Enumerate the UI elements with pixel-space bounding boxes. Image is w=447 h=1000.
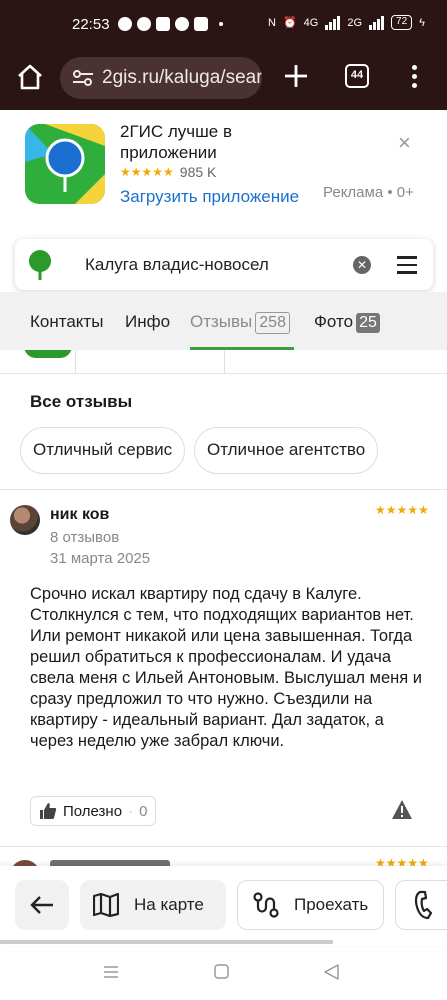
arrow-left-icon <box>30 896 53 914</box>
system-nav-bar <box>0 948 447 1000</box>
divider <box>0 489 447 490</box>
search-input[interactable]: Калуга владис-новосел <box>85 255 269 275</box>
tab-info[interactable]: Инфо <box>125 312 170 332</box>
call-button[interactable] <box>395 880 447 930</box>
clear-search-icon[interactable]: ✕ <box>353 256 371 274</box>
signal-icon <box>325 15 341 30</box>
filter-chip[interactable]: Отличный сервис <box>20 427 186 474</box>
show-on-map-button[interactable]: На карте <box>80 880 226 930</box>
tabs-bar: Контакты Инфо Отзывы 258 Фото 25 <box>0 292 447 350</box>
close-icon[interactable]: × <box>398 130 411 156</box>
review-text: Срочно искал квартиру под сдачу в Калуге… <box>30 585 422 750</box>
route-icon <box>253 892 279 918</box>
site-settings-icon[interactable] <box>72 69 94 87</box>
filter-chip[interactable]: Отличное агентство <box>194 427 379 474</box>
media-icon <box>175 17 189 31</box>
notification-icons <box>118 17 223 31</box>
tab-reviews[interactable]: Отзывы 258 <box>190 312 290 334</box>
avatar[interactable] <box>10 505 40 535</box>
map-icon <box>93 893 119 917</box>
recent-apps-icon[interactable] <box>103 964 119 980</box>
bottom-action-bar: На карте Проехать <box>0 866 447 946</box>
download-app-link[interactable]: Загрузить приложение <box>120 187 299 207</box>
url-text: 2gis.ru/kaluga/search <box>102 67 262 88</box>
ad-rating-count: 985 K <box>179 164 217 180</box>
home-nav-icon[interactable] <box>214 964 229 979</box>
phone-icon <box>414 890 433 920</box>
signal-icon-2 <box>369 15 385 30</box>
ad-title: 2ГИС лучше в приложении <box>120 122 233 162</box>
new-tab-icon[interactable] <box>283 63 309 89</box>
tab-photos[interactable]: Фото 25 <box>314 312 380 333</box>
status-time: 22:53 <box>72 16 110 33</box>
nfc-icon: N <box>268 16 276 29</box>
back-button[interactable] <box>15 880 69 930</box>
thumbs-up-icon <box>40 803 57 819</box>
battery-indicator: 72 <box>391 15 413 30</box>
map-button-label: На карте <box>134 895 204 914</box>
route-button[interactable]: Проехать <box>237 880 384 930</box>
horizontal-scroll-indicator <box>0 940 333 944</box>
browser-menu-icon[interactable] <box>412 65 418 89</box>
charging-icon: ϟ <box>419 16 425 29</box>
useful-separator: · <box>128 802 134 820</box>
system-status: N ⏰ 4G 2G 72 ϟ <box>268 15 425 30</box>
home-icon[interactable] <box>15 62 45 92</box>
route-button-label: Проехать <box>294 895 369 914</box>
alarm-icon: ⏰ <box>282 17 297 29</box>
chat-icon <box>137 17 151 31</box>
url-bar[interactable]: 2gis.ru/kaluga/search <box>60 57 262 99</box>
back-nav-icon[interactable] <box>324 964 339 980</box>
review-date: 31 марта 2025 <box>50 550 151 567</box>
useful-count: 0 <box>139 802 148 820</box>
photos-count-badge: 25 <box>356 313 380 333</box>
divider <box>0 846 447 847</box>
2gis-app-logo <box>25 124 105 204</box>
report-warning-icon[interactable] <box>391 799 413 821</box>
app-ad-banner[interactable]: 2ГИС лучше в приложении ★★★★★ 985 K Загр… <box>0 110 447 218</box>
search-bar[interactable]: Калуга владис-новосел ✕ <box>15 239 433 290</box>
status-bar: 22:53 N ⏰ 4G 2G 72 ϟ <box>0 0 447 50</box>
2gis-logo-icon[interactable] <box>27 250 53 280</box>
useful-button[interactable]: Полезно · 0 <box>30 796 157 826</box>
browser-toolbar: 2gis.ru/kaluga/search 44 <box>0 50 447 110</box>
tab-contacts[interactable]: Контакты <box>30 312 103 332</box>
all-reviews-heading: Все отзывы <box>30 392 133 411</box>
signal-label-1: 4G <box>303 16 319 29</box>
reviews-count-badge: 258 <box>255 312 290 334</box>
rating-stars-icon: ★★★★★ <box>120 165 174 179</box>
review-author-count: 8 отзывов <box>50 529 120 546</box>
useful-label: Полезно <box>63 802 123 820</box>
signal-label-2: 2G <box>347 16 363 29</box>
ad-rating: ★★★★★ 985 K <box>120 164 216 180</box>
hamburger-menu-icon[interactable] <box>397 256 417 274</box>
review-rating-stars-icon: ★★★★★ <box>375 503 429 517</box>
tab-switcher-button[interactable]: 44 <box>345 64 369 88</box>
scrolled-content-edge <box>0 350 447 374</box>
app-notification-icon <box>194 17 208 31</box>
messenger-icon <box>156 17 170 31</box>
whatsapp-icon <box>118 17 132 31</box>
review-author[interactable]: ник ков <box>50 506 109 524</box>
ad-label: Реклама • 0+ <box>323 184 414 201</box>
more-notifications-icon <box>219 22 223 26</box>
